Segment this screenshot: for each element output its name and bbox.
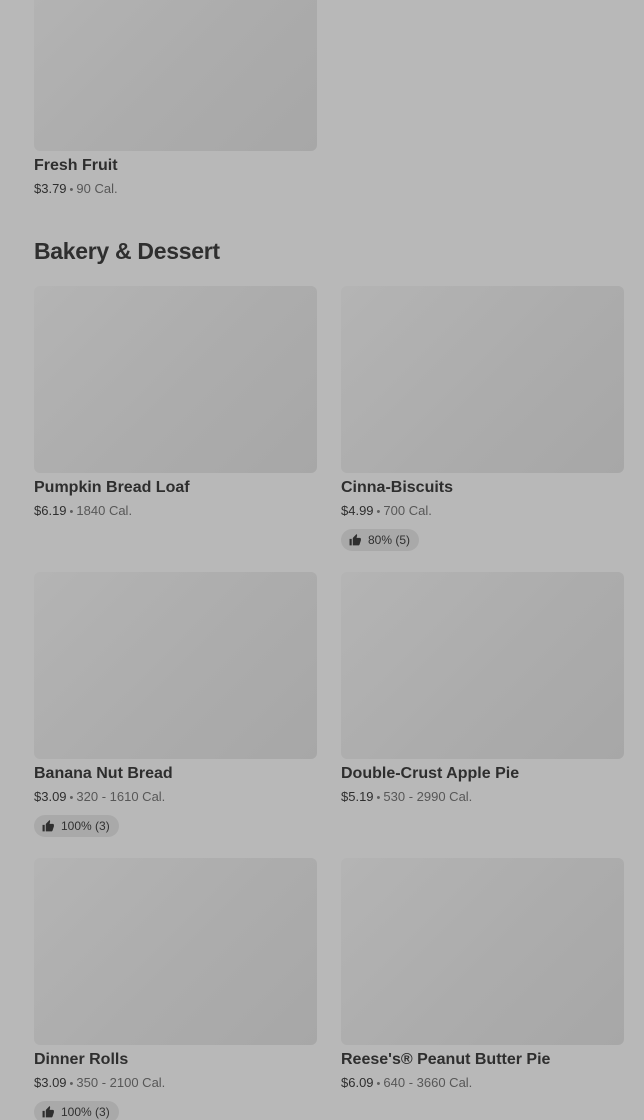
meta-separator: •: [69, 792, 74, 804]
menu-item-card[interactable]: Reese's® Peanut Butter Pie $6.09 • 640 - 3…: [341, 858, 624, 1093]
section-title: Bakery & Dessert: [34, 238, 220, 264]
item-calories: 350 - 2100 Cal.: [76, 1075, 166, 1090]
item-meta: $6.09 • 640 - 3660 Cal.: [341, 1074, 624, 1093]
item-meta: $6.19 • 1840 Cal.: [34, 502, 317, 521]
item-meta: $4.99 • 700 Cal.: [341, 502, 624, 521]
item-image[interactable]: [341, 572, 624, 759]
item-name: Fresh Fruit: [34, 157, 118, 174]
meta-separator: •: [69, 506, 74, 518]
menu-item-card[interactable]: Fresh Fruit $3.79 • 90 Cal.: [34, 0, 317, 199]
meta-separator: •: [69, 1078, 74, 1090]
thumbs-up-icon: [42, 1106, 54, 1118]
menu-item-card[interactable]: Dinner Rolls $3.09 • 350 - 2100 Cal. 100% …: [34, 858, 317, 1120]
meta-separator: •: [69, 184, 74, 196]
menu-item-card[interactable]: Double-Crust Apple Pie $5.19 • 530 - 2990 …: [341, 572, 624, 807]
item-image[interactable]: [34, 0, 317, 151]
thumbs-up-icon: [349, 534, 361, 546]
item-price: $3.09: [34, 789, 67, 804]
item-price: $4.99: [341, 503, 374, 518]
item-price: $3.09: [34, 1075, 67, 1090]
meta-separator: •: [376, 792, 381, 804]
menu-item-card[interactable]: Cinna-Biscuits $4.99 • 700 Cal. 80% (5): [341, 286, 624, 551]
rating-badge: 100% (3): [34, 815, 119, 837]
thumbs-up-icon: [42, 820, 54, 832]
item-image[interactable]: [341, 858, 624, 1045]
item-image[interactable]: [34, 858, 317, 1045]
item-price: $6.19: [34, 503, 67, 518]
item-price: $6.09: [341, 1075, 374, 1090]
item-calories: 700 Cal.: [383, 503, 432, 518]
item-name: Cinna-Biscuits: [341, 479, 454, 496]
menu-item-card[interactable]: Banana Nut Bread $3.09 • 320 - 1610 Cal. 1…: [34, 572, 317, 837]
rating-text: 100% (3): [61, 1105, 110, 1119]
item-name: Double-Crust Apple Pie: [341, 765, 520, 782]
item-name: Banana Nut Bread: [34, 765, 173, 782]
rating-badge: 80% (5): [341, 529, 420, 551]
item-meta: $5.19 • 530 - 2990 Cal.: [341, 788, 624, 807]
item-image[interactable]: [341, 286, 624, 473]
item-meta: $3.09 • 320 - 1610 Cal.: [34, 788, 317, 807]
item-calories: 640 - 3660 Cal.: [383, 1075, 473, 1090]
menu-page: Fresh Fruit $3.79 • 90 Cal. Bakery & Desse…: [0, 0, 644, 1120]
meta-separator: •: [376, 1078, 381, 1090]
item-meta: $3.09 • 350 - 2100 Cal.: [34, 1074, 317, 1093]
rating-badge: 100% (3): [34, 1101, 119, 1120]
item-meta: $3.79 • 90 Cal.: [34, 180, 317, 199]
item-image[interactable]: [34, 286, 317, 473]
item-calories: 1840 Cal.: [76, 503, 133, 518]
menu-item-card[interactable]: Pumpkin Bread Loaf $6.19 • 1840 Cal.: [34, 286, 317, 521]
rating-text: 100% (3): [61, 819, 110, 833]
item-price: $3.79: [34, 181, 67, 196]
item-calories: 320 - 1610 Cal.: [76, 789, 166, 804]
item-calories: 530 - 2990 Cal.: [383, 789, 473, 804]
item-price: $5.19: [341, 789, 374, 804]
item-name: Reese's® Peanut Butter Pie: [341, 1051, 551, 1068]
item-name: Pumpkin Bread Loaf: [34, 479, 190, 496]
item-image[interactable]: [34, 572, 317, 759]
item-name: Dinner Rolls: [34, 1051, 129, 1068]
item-calories: 90 Cal.: [76, 181, 118, 196]
meta-separator: •: [376, 506, 381, 518]
rating-text: 80% (5): [368, 533, 411, 547]
